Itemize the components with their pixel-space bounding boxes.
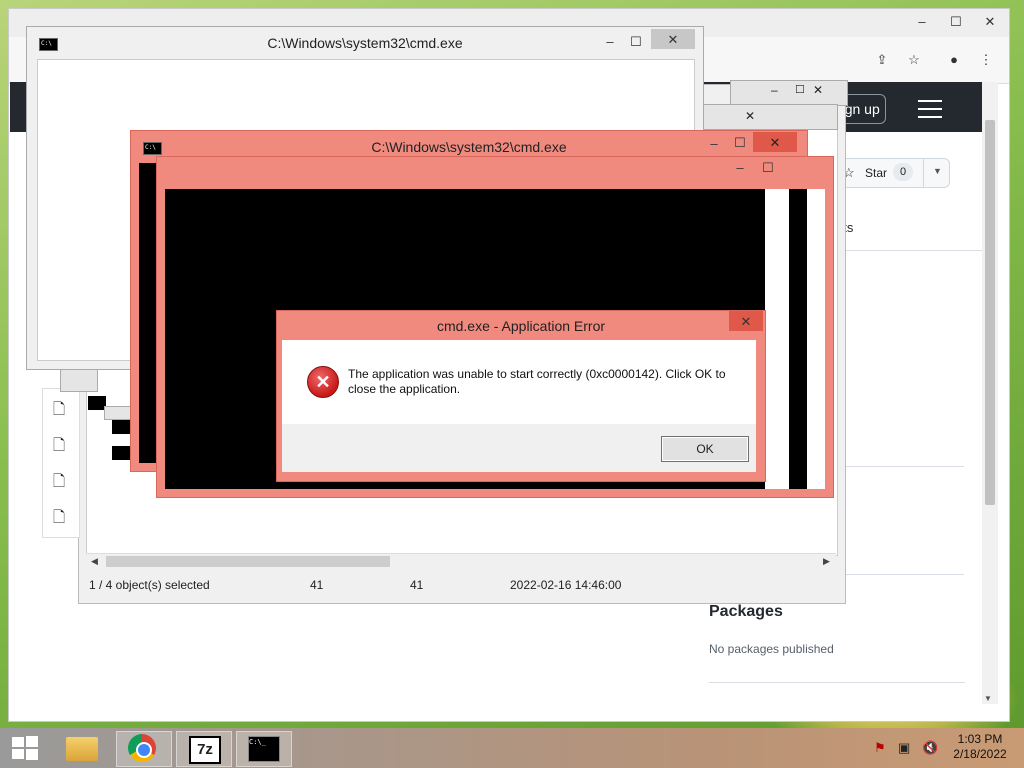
taskbar-clock[interactable]: 1:03 PM 2/18/2022: [940, 732, 1020, 762]
share-icon[interactable]: ⇪: [865, 49, 899, 71]
packages-empty-text: No packages published: [709, 642, 834, 656]
error-dialog-title: cmd.exe - Application Error: [436, 318, 606, 334]
bookmark-star-icon[interactable]: ☆: [897, 49, 931, 71]
cmd-window-1-titlebar[interactable]: C:\ C:\Windows\system32\cmd.exe – ☐ ✕: [27, 27, 703, 59]
divider: [838, 466, 964, 467]
cmd-window-3-edge: [789, 189, 799, 489]
action-center-flag-icon[interactable]: ⚑: [874, 740, 886, 756]
maximize-icon[interactable]: ☐: [723, 132, 757, 154]
cmd-window-stacked: ✕: [700, 104, 838, 130]
status-packed-size: 41: [410, 578, 424, 592]
file-icon[interactable]: 🗋: [53, 471, 65, 496]
file-icon-column: 🗋 🗋 🗋 🗋: [42, 388, 80, 538]
close-icon[interactable]: ✕: [753, 132, 797, 152]
minimize-icon[interactable]: –: [771, 83, 778, 97]
status-selection: 1 / 4 object(s) selected: [89, 578, 210, 592]
maximize-icon[interactable]: ☐: [619, 31, 653, 53]
file-list-hscroll-thumb[interactable]: [106, 556, 390, 567]
status-size: 41: [310, 578, 324, 592]
taskbar-chrome[interactable]: [116, 731, 172, 767]
file-icon[interactable]: 🗋: [53, 399, 65, 424]
maximize-icon[interactable]: ☐: [751, 157, 785, 179]
cmd-window-stacked: – ☐ ✕: [730, 80, 848, 106]
close-icon[interactable]: ✕: [745, 109, 755, 123]
minimize-icon[interactable]: –: [905, 11, 939, 33]
cmd-icon: C:\_: [248, 736, 280, 762]
volume-muted-icon[interactable]: 🔇: [922, 740, 938, 756]
windows-logo-icon: [12, 737, 24, 747]
file-manager-statusbar: 1 / 4 object(s) selected 41 41 2022-02-1…: [86, 575, 836, 595]
clock-time: 1:03 PM: [957, 732, 1003, 746]
cmd-window-stacked-body: [112, 446, 132, 460]
star-label: Star: [865, 166, 888, 180]
chrome-icon-center: [136, 742, 152, 758]
close-icon[interactable]: ✕: [729, 311, 763, 331]
taskbar-7zip[interactable]: 7z: [176, 731, 232, 767]
close-icon[interactable]: ✕: [651, 29, 695, 49]
status-modified: 2022-02-16 14:46:00: [510, 578, 622, 592]
menu-kebab-icon[interactable]: ⋮: [969, 49, 1003, 71]
clock-date: 2/18/2022: [953, 747, 1007, 761]
star-count: 0: [893, 163, 913, 181]
scroll-down-arrow-icon[interactable]: ▼: [984, 694, 992, 703]
star-divider: [923, 159, 924, 187]
star-button[interactable]: ☆ Star 0 ▼: [832, 158, 950, 188]
taskbar-cmd[interactable]: C:\_: [236, 731, 292, 767]
divider: [709, 682, 965, 683]
ok-button[interactable]: OK: [661, 436, 749, 462]
cmd-window-stacked: [60, 368, 98, 392]
cmd-window-stacked-body: [112, 420, 132, 434]
packages-heading[interactable]: Packages: [709, 603, 783, 621]
scroll-right-arrow-icon[interactable]: ▶: [823, 556, 830, 567]
error-icon: [307, 366, 339, 398]
scroll-left-arrow-icon[interactable]: ◀: [91, 556, 98, 567]
close-icon[interactable]: ✕: [973, 11, 1007, 33]
windows-logo-icon: [26, 749, 38, 760]
taskbar-file-explorer[interactable]: [56, 731, 110, 765]
network-icon[interactable]: ▣: [898, 740, 910, 756]
7zip-icon: 7z: [189, 736, 221, 764]
cmd-window-3-edge: [765, 189, 791, 489]
folder-icon: [66, 737, 98, 761]
hamburger-menu-icon[interactable]: [918, 100, 942, 118]
start-button[interactable]: [4, 731, 58, 765]
maximize-icon[interactable]: ☐: [939, 11, 973, 33]
error-dialog-message: The application was unable to start corr…: [348, 367, 726, 396]
cmd-window-3-edge: [807, 189, 825, 489]
chevron-down-icon[interactable]: ▼: [933, 166, 942, 176]
file-icon[interactable]: 🗋: [53, 435, 65, 460]
close-icon[interactable]: ✕: [813, 83, 823, 97]
maximize-icon[interactable]: ☐: [795, 83, 805, 96]
file-icon[interactable]: 🗋: [53, 507, 65, 532]
divider: [838, 574, 964, 575]
profile-icon[interactable]: ●: [937, 49, 971, 71]
windows-logo-icon: [12, 749, 24, 759]
windows-logo-icon: [26, 736, 38, 747]
page-scrollbar-thumb[interactable]: [985, 120, 995, 505]
divider: [836, 250, 982, 251]
